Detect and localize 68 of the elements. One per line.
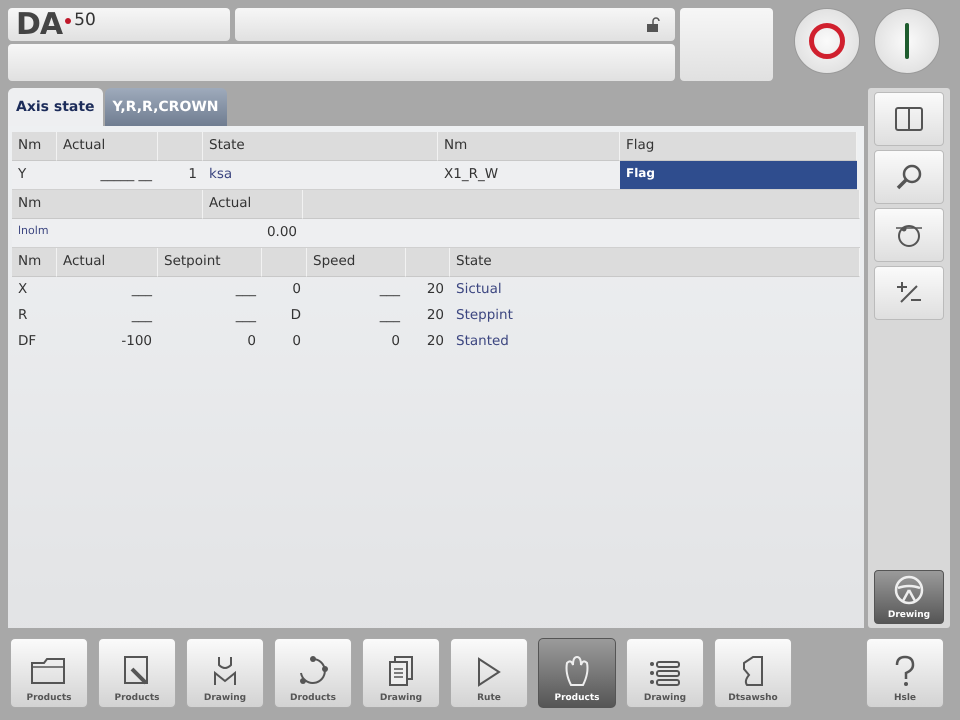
table-cell-text: Steppint [455, 306, 514, 325]
column-header: Actual [57, 132, 158, 161]
tab[interactable]: Y,R,R,CROWN [104, 88, 227, 126]
toolbar-button[interactable]: Rute [450, 638, 528, 708]
documents-icon [387, 655, 415, 687]
toolbar-button[interactable]: Products [98, 638, 176, 708]
column-header: Actual [57, 248, 158, 277]
tab[interactable]: Axis state [8, 88, 103, 126]
table-cell-text: 20 [426, 280, 445, 299]
table-cell-text: 0 [246, 332, 257, 351]
table-cell-text: 20 [426, 306, 445, 325]
hand-icon [563, 655, 591, 687]
toolbar-button[interactable]: Products [10, 638, 88, 708]
table-cell-text: ___ [130, 306, 154, 325]
table-cell-text: 0 [291, 332, 302, 351]
column-header [158, 132, 203, 161]
toolbar-button[interactable]: Drawing [186, 638, 264, 708]
column-header: Nm [12, 132, 57, 161]
table-cell-text: ___ [378, 280, 402, 299]
side-button[interactable]: Drewing [874, 570, 944, 624]
help-icon [894, 655, 916, 687]
lock-icon [645, 16, 661, 32]
model-number: 50 [74, 10, 96, 30]
side-button[interactable] [874, 266, 944, 320]
toolbar-button[interactable]: Dtsawsho [714, 638, 792, 708]
column-header: State [450, 248, 860, 277]
side-button[interactable] [874, 92, 944, 146]
column-header: Nm [12, 248, 57, 277]
play-icon [476, 657, 502, 687]
search-icon [895, 163, 923, 191]
column-header: Nm [12, 190, 203, 219]
column-header: Flag [620, 132, 857, 161]
logo-text: DA [16, 7, 62, 42]
side-button[interactable] [874, 150, 944, 204]
steering-wheel-icon [893, 574, 925, 606]
table-cell-text: Sictual [455, 280, 503, 299]
table-cell-text: 0 [390, 332, 401, 351]
logo-dot-icon [65, 18, 72, 24]
table-cell[interactable]: Flag [620, 161, 857, 190]
column-header: Setpoint [158, 248, 262, 277]
side-button[interactable] [874, 208, 944, 262]
toolbar-button[interactable]: Drawing [626, 638, 704, 708]
column-header: Speed [307, 248, 406, 277]
split-panel-icon [894, 106, 924, 132]
list-icon [648, 659, 682, 687]
toolbar-button[interactable]: Drawing [362, 638, 440, 708]
toolbar-button[interactable]: Products [538, 638, 616, 708]
table-cell-text: D [290, 306, 302, 325]
table-cell-text: 0 [291, 280, 302, 299]
toolbar-button[interactable]: Hsle [866, 638, 944, 708]
dial-icon [894, 222, 924, 248]
table-cell-text: ___ [130, 280, 154, 299]
table-cell-text: ___ [234, 280, 258, 299]
table-cell-text: ___ [378, 306, 402, 325]
table-cell-text: DF [17, 332, 38, 351]
column-header: Nm [438, 132, 620, 161]
punch-tool-icon [212, 655, 238, 687]
table-cell-text: ___ [234, 306, 258, 325]
table-cell-text: Stanted [455, 332, 510, 351]
toolbar-button[interactable]: Droducts [274, 638, 352, 708]
table-cell-text: -100 [120, 332, 153, 351]
table-cell-text: X [17, 280, 28, 299]
bend-arc-icon [297, 655, 329, 687]
column-header: State [203, 132, 438, 161]
table-cell-text: R [17, 306, 28, 325]
table-cell-text: 20 [426, 332, 445, 351]
column-header: Actual [203, 190, 303, 219]
bent-sheet-icon [741, 655, 765, 687]
